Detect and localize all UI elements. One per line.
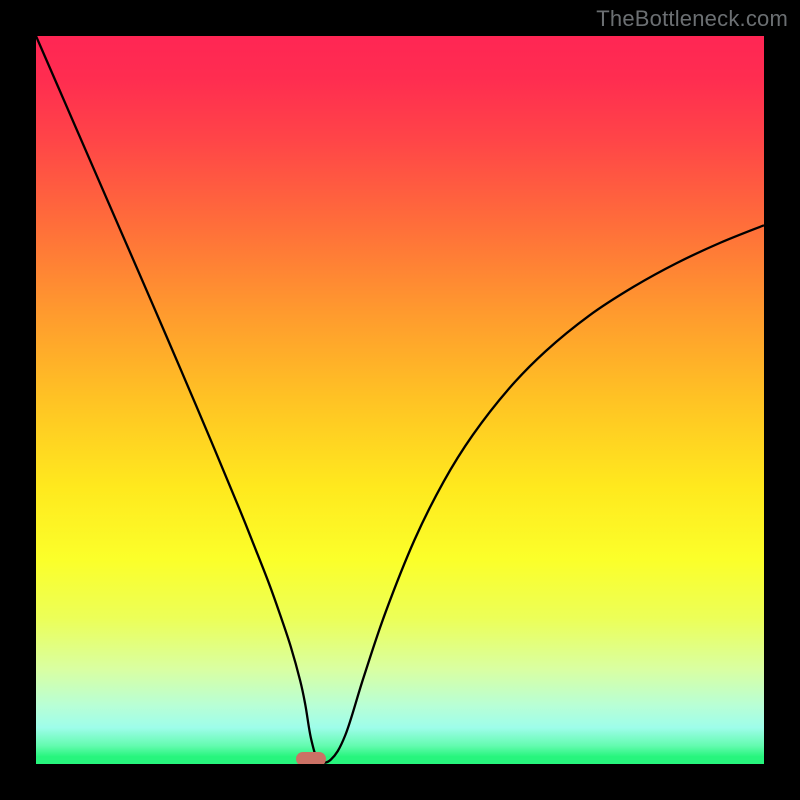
plot-area	[36, 36, 764, 764]
optimum-marker	[296, 752, 326, 764]
watermark-text: TheBottleneck.com	[596, 6, 788, 32]
chart-frame: TheBottleneck.com	[0, 0, 800, 800]
bottleneck-curve	[36, 36, 764, 764]
